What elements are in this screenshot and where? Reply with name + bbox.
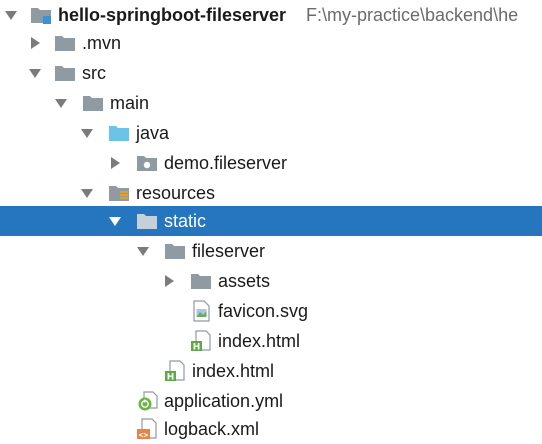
tree-node-label: favicon.svg xyxy=(218,301,309,321)
folder-icon xyxy=(54,32,76,54)
tree-node-index-inner[interactable]: H index.html xyxy=(0,326,542,356)
spring-config-icon xyxy=(136,390,158,412)
tree-node-label: index.html xyxy=(192,361,275,381)
folder-icon xyxy=(82,92,104,114)
project-path: F:\my-practice\backend\he xyxy=(306,5,519,25)
svg-text:<>: <> xyxy=(139,431,149,440)
tree-node-index-outer[interactable]: H index.html xyxy=(0,356,542,386)
tree-node-label: fileserver xyxy=(192,241,266,261)
tree-node-application-yml[interactable]: application.yml xyxy=(0,386,542,416)
tree-node-label: main xyxy=(110,93,150,113)
expand-arrow-icon[interactable] xyxy=(54,96,68,110)
tree-node-label: .mvn xyxy=(82,33,122,53)
collapse-arrow-icon[interactable] xyxy=(108,156,122,170)
tree-node-assets[interactable]: assets xyxy=(0,266,542,296)
resources-folder-icon xyxy=(108,182,130,204)
tree-node-label: src xyxy=(82,63,106,83)
folder-icon xyxy=(136,210,158,232)
tree-node-main[interactable]: main xyxy=(0,88,542,118)
folder-icon xyxy=(164,240,186,262)
tree-node-label: application.yml xyxy=(164,391,284,411)
tree-node-label: resources xyxy=(136,183,216,203)
collapse-arrow-icon[interactable] xyxy=(162,274,176,288)
folder-icon xyxy=(190,270,212,292)
svg-text:H: H xyxy=(167,373,175,383)
tree-node-root[interactable]: hello-springboot-fileserver F:\my-practi… xyxy=(0,0,542,30)
tree-node-label: static xyxy=(164,211,207,231)
package-icon xyxy=(136,152,158,174)
tree-node-label: hello-springboot-fileserver xyxy=(58,5,287,25)
project-tree: hello-springboot-fileserver F:\my-practi… xyxy=(0,0,542,442)
expand-arrow-icon[interactable] xyxy=(136,244,150,258)
folder-icon xyxy=(54,62,76,84)
tree-node-mvn[interactable]: .mvn xyxy=(0,28,542,58)
expand-arrow-icon[interactable] xyxy=(80,126,94,140)
tree-node-label: assets xyxy=(218,271,271,291)
tree-node-fileserver[interactable]: fileserver xyxy=(0,236,542,266)
tree-node-demo-fileserver[interactable]: demo.fileserver xyxy=(0,148,542,178)
tree-node-label: java xyxy=(136,123,170,143)
tree-node-resources[interactable]: resources xyxy=(0,178,542,208)
svg-text:H: H xyxy=(193,343,201,353)
tree-node-favicon[interactable]: favicon.svg xyxy=(0,296,542,326)
tree-node-label: logback.xml xyxy=(164,419,260,439)
html-file-icon: H xyxy=(164,360,186,382)
tree-node-logback-xml[interactable]: <> logback.xml xyxy=(0,414,542,444)
expand-arrow-icon[interactable] xyxy=(80,186,94,200)
tree-node-label: index.html xyxy=(218,331,301,351)
tree-node-static[interactable]: static xyxy=(0,206,542,236)
image-file-icon xyxy=(190,300,212,322)
source-folder-icon xyxy=(108,122,130,144)
expand-arrow-icon[interactable] xyxy=(4,8,18,22)
collapse-arrow-icon[interactable] xyxy=(28,36,42,50)
module-folder-icon xyxy=(30,4,52,26)
xml-file-icon: <> xyxy=(136,418,158,440)
tree-node-label: demo.fileserver xyxy=(164,153,288,173)
tree-node-java[interactable]: java xyxy=(0,118,542,148)
tree-node-src[interactable]: src xyxy=(0,58,542,88)
expand-arrow-icon[interactable] xyxy=(28,66,42,80)
expand-arrow-icon[interactable] xyxy=(108,214,122,228)
html-file-icon: H xyxy=(190,330,212,352)
